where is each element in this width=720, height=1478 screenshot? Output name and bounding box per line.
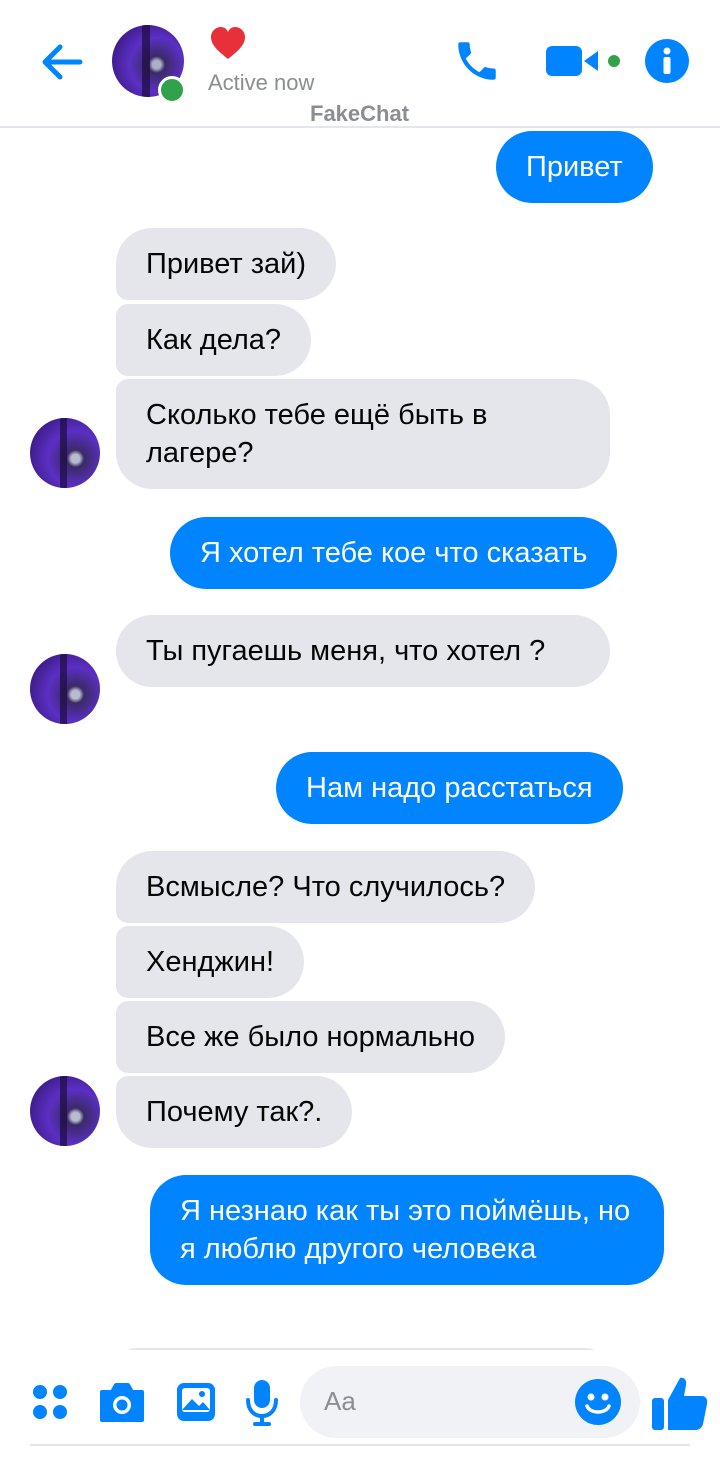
message-composer: Aa bbox=[0, 1350, 720, 1478]
message-incoming[interactable]: Всмысле? Что случилось? bbox=[116, 851, 536, 923]
info-icon[interactable] bbox=[644, 38, 690, 84]
message-incoming[interactable]: Сколько тебе ещё быть в лагере? bbox=[116, 379, 610, 489]
message-input[interactable]: Aa bbox=[300, 1366, 640, 1438]
gallery-icon[interactable] bbox=[174, 1380, 218, 1424]
contact-avatar-small[interactable] bbox=[30, 654, 100, 724]
more-apps-icon[interactable] bbox=[30, 1382, 70, 1422]
message-outgoing[interactable]: Привет bbox=[496, 131, 653, 203]
microphone-icon[interactable] bbox=[244, 1378, 280, 1428]
message-incoming[interactable]: Как дела? bbox=[116, 304, 312, 376]
contact-avatar-small[interactable] bbox=[30, 1076, 100, 1146]
message-input-placeholder: Aa bbox=[324, 1386, 356, 1416]
divider bbox=[30, 1444, 690, 1446]
back-arrow-icon[interactable] bbox=[36, 36, 88, 88]
thumbs-up-icon[interactable] bbox=[650, 1374, 710, 1432]
message-outgoing[interactable]: Я хотел тебе кое что сказать bbox=[170, 517, 618, 589]
message-list[interactable]: Привет Привет зай) Как дела? Сколько теб… bbox=[0, 128, 720, 1350]
message-incoming[interactable]: Почему так?. bbox=[116, 1076, 353, 1148]
message-incoming[interactable]: Все же было нормально bbox=[116, 1001, 506, 1073]
online-indicator bbox=[158, 76, 186, 104]
contact-avatar-small[interactable] bbox=[30, 418, 100, 488]
message-outgoing[interactable]: Нам надо расстаться bbox=[276, 752, 623, 824]
emoji-icon[interactable] bbox=[574, 1378, 622, 1426]
message-outgoing[interactable]: Я незнаю как ты это поймёшь, но я люблю … bbox=[150, 1175, 664, 1285]
camera-icon[interactable] bbox=[98, 1380, 146, 1424]
active-status: Active now bbox=[208, 70, 315, 95]
heart-icon bbox=[211, 27, 245, 59]
video-call-icon[interactable] bbox=[544, 42, 626, 80]
message-incoming[interactable]: Привет зай) bbox=[116, 228, 337, 300]
message-incoming[interactable]: Ты пугаешь меня, что хотел ? bbox=[116, 615, 610, 687]
message-incoming[interactable]: Хенджин! bbox=[116, 926, 305, 998]
phone-icon[interactable] bbox=[452, 36, 502, 86]
watermark: FakeChat bbox=[310, 101, 410, 126]
chat-header: Active now FakeChat bbox=[0, 0, 720, 128]
